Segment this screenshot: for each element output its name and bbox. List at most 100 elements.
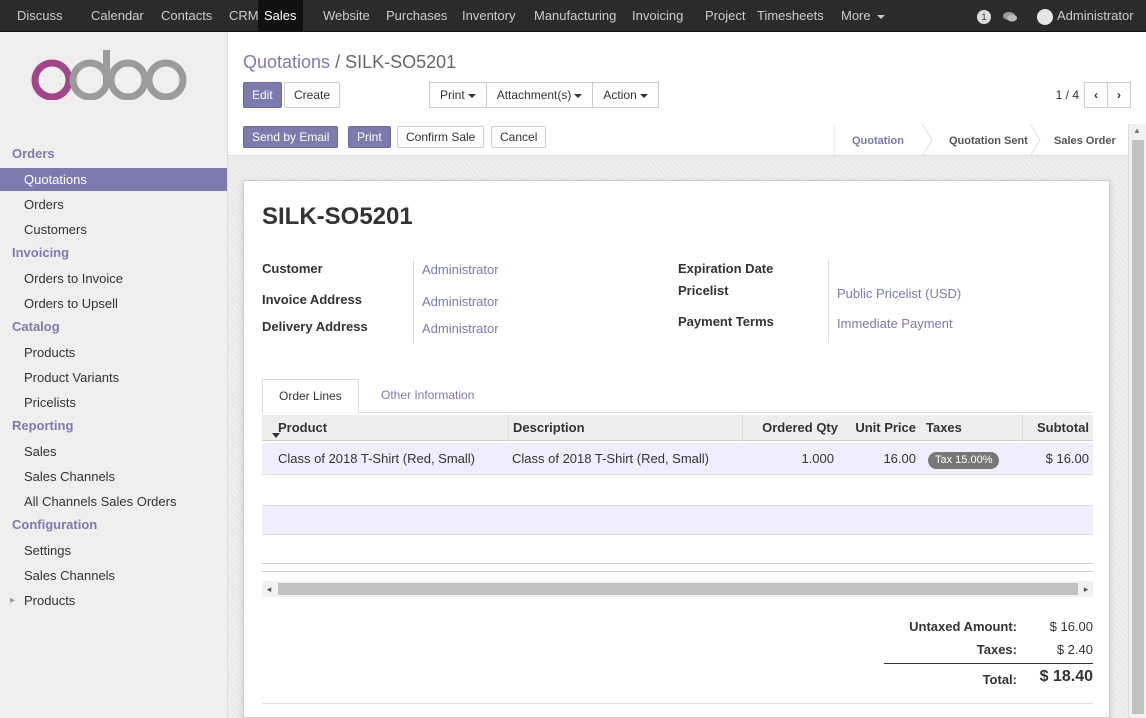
sidebar-item-sales-channels[interactable]: Sales Channels [0, 465, 227, 488]
app-contacts[interactable]: Contacts [161, 0, 212, 32]
user-menu[interactable]: Administrator [1037, 0, 1134, 32]
scroll-right-icon[interactable]: ▸ [1079, 581, 1093, 597]
app-manufacturing[interactable]: Manufacturing [534, 0, 616, 32]
print-label: Print [440, 88, 465, 102]
customer-field[interactable]: Administrator [422, 262, 499, 277]
create-button[interactable]: Create [284, 82, 341, 108]
order-name: SILK-SO5201 [262, 203, 413, 230]
column-taxes[interactable]: Taxes [922, 415, 966, 441]
chevron-down-icon [467, 93, 476, 98]
app-website[interactable]: Website [323, 0, 370, 32]
chevron-down-icon [574, 93, 583, 98]
line-product: Class of 2018 T-Shirt (Red, Small) [278, 451, 475, 466]
print-dropdown[interactable]: Print [429, 82, 487, 108]
payment-terms-label: Payment Terms [678, 314, 774, 329]
untaxed-amount-value: $ 16.00 [1049, 619, 1093, 634]
invoice-address-field[interactable]: Administrator [422, 294, 499, 309]
pager: 1 / 4 ‹ › [1056, 82, 1131, 108]
add-line-row[interactable] [262, 505, 1093, 535]
tab-other-information[interactable]: Other Information [365, 379, 490, 413]
sidebar-item-sales[interactable]: Sales [0, 440, 227, 463]
pager-previous-button[interactable]: ‹ [1084, 82, 1108, 108]
breadcrumb-quotations[interactable]: Quotations [243, 52, 330, 72]
chat-icon[interactable] [1003, 0, 1017, 32]
total-label: Total: [982, 672, 1017, 687]
sidebar-item-pricelists[interactable]: Pricelists [0, 391, 227, 414]
status-sales-order[interactable]: Sales Order [1054, 128, 1116, 154]
app-timesheets[interactable]: Timesheets [757, 0, 824, 32]
column-subtotal[interactable]: Subtotal [1022, 415, 1093, 441]
app-sales[interactable]: Sales [258, 0, 303, 32]
print-button[interactable]: Print [348, 126, 391, 148]
field-divider [413, 259, 414, 343]
breadcrumb: Quotations / SILK-SO5201 [243, 52, 456, 73]
sidebar-item-products[interactable]: Products [0, 341, 227, 364]
column-unit-price[interactable]: Unit Price [842, 415, 920, 441]
sidebar-item-orders-to-upsell[interactable]: Orders to Upsell [0, 292, 227, 315]
tab-order-lines[interactable]: Order Lines [262, 379, 359, 413]
send-by-email-button[interactable]: Send by Email [243, 126, 339, 148]
status-quotation[interactable]: Quotation [852, 128, 904, 154]
sidebar-item-products[interactable]: Products [0, 589, 227, 612]
sidebar-item-customers[interactable]: Customers [0, 218, 227, 241]
edit-button[interactable]: Edit [243, 82, 282, 108]
delivery-address-label: Delivery Address [262, 319, 368, 334]
top-navbar: Discuss Calendar Contacts CRM Sales Webs… [0, 0, 1146, 32]
total-value: $ 18.40 [1039, 668, 1093, 685]
sidebar-item-sales-channels[interactable]: Sales Channels [0, 564, 227, 587]
column-product-label: Product [278, 420, 328, 435]
breadcrumb-current: SILK-SO5201 [345, 52, 457, 72]
sidebar-section-catalog: Catalog [12, 319, 60, 334]
attachments-dropdown[interactable]: Attachment(s) [485, 82, 594, 108]
line-taxes: Tax 15.00% [924, 443, 1003, 475]
pager-next-button[interactable]: › [1107, 82, 1131, 108]
chevron-down-icon [639, 93, 648, 98]
section-divider [262, 703, 1093, 704]
invoice-address-label: Invoice Address [262, 292, 362, 307]
cancel-button[interactable]: Cancel [491, 126, 547, 148]
sidebar-section-reporting: Reporting [12, 418, 74, 433]
app-inventory[interactable]: Inventory [462, 0, 515, 32]
breadcrumb-separator: / [335, 52, 341, 72]
odoo-logo[interactable] [30, 50, 190, 103]
app-project[interactable]: Project [705, 0, 745, 32]
activity-button[interactable]: 1 [977, 0, 991, 32]
scrollbar-thumb[interactable] [1132, 140, 1144, 714]
vertical-scrollbar[interactable]: ▲ [1128, 124, 1146, 718]
statusbar: Send by Email Print Confirm Sale Cancel … [228, 124, 1128, 156]
payment-terms-field[interactable]: Immediate Payment [837, 316, 953, 331]
app-discuss[interactable]: Discuss [17, 0, 63, 32]
notification-count: 1 [977, 9, 991, 24]
scroll-up-icon[interactable]: ▲ [1133, 126, 1141, 135]
app-purchases[interactable]: Purchases [386, 0, 447, 32]
sidebar-section-orders: Orders [12, 146, 55, 161]
app-crm[interactable]: CRM [229, 0, 259, 32]
confirm-sale-button[interactable]: Confirm Sale [397, 126, 485, 148]
horizontal-scrollbar[interactable]: ◂ ▸ [262, 581, 1093, 597]
scroll-left-icon[interactable]: ◂ [262, 581, 276, 597]
delivery-address-field[interactable]: Administrator [422, 321, 499, 336]
line-unit-price: 16.00 [883, 451, 916, 466]
taxes-value: $ 2.40 [1056, 642, 1093, 657]
sidebar-item-all-channels-sales-orders[interactable]: All Channels Sales Orders [0, 490, 227, 513]
status-quotation-sent[interactable]: Quotation Sent [949, 128, 1028, 154]
table-row[interactable]: Class of 2018 T-Shirt (Red, Small) Class… [262, 443, 1093, 475]
pricelist-field[interactable]: Public Pricelist (USD) [837, 286, 961, 301]
column-description[interactable]: Description [508, 415, 742, 441]
app-calendar[interactable]: Calendar [91, 0, 144, 32]
more-menu[interactable]: More [841, 0, 886, 32]
column-ordered-qty[interactable]: Ordered Qty [742, 415, 842, 441]
sidebar-item-orders-to-invoice[interactable]: Orders to Invoice [0, 267, 227, 290]
order-lines-header: Product Description Ordered Qty Unit Pri… [262, 415, 1093, 441]
app-invoicing[interactable]: Invoicing [632, 0, 683, 32]
sidebar-item-product-variants[interactable]: Product Variants [0, 366, 227, 389]
sidebar-item-orders[interactable]: Orders [0, 193, 227, 216]
attachments-label: Attachment(s) [496, 88, 572, 102]
more-label: More [841, 8, 871, 23]
pager-value[interactable]: 1 / 4 [1056, 88, 1079, 102]
scrollbar-thumb[interactable] [278, 583, 1078, 595]
sidebar-item-settings[interactable]: Settings [0, 539, 227, 562]
sidebar-section-invoicing: Invoicing [12, 245, 70, 260]
sidebar-item-quotations[interactable]: Quotations [0, 168, 227, 191]
action-dropdown[interactable]: Action [592, 82, 659, 108]
